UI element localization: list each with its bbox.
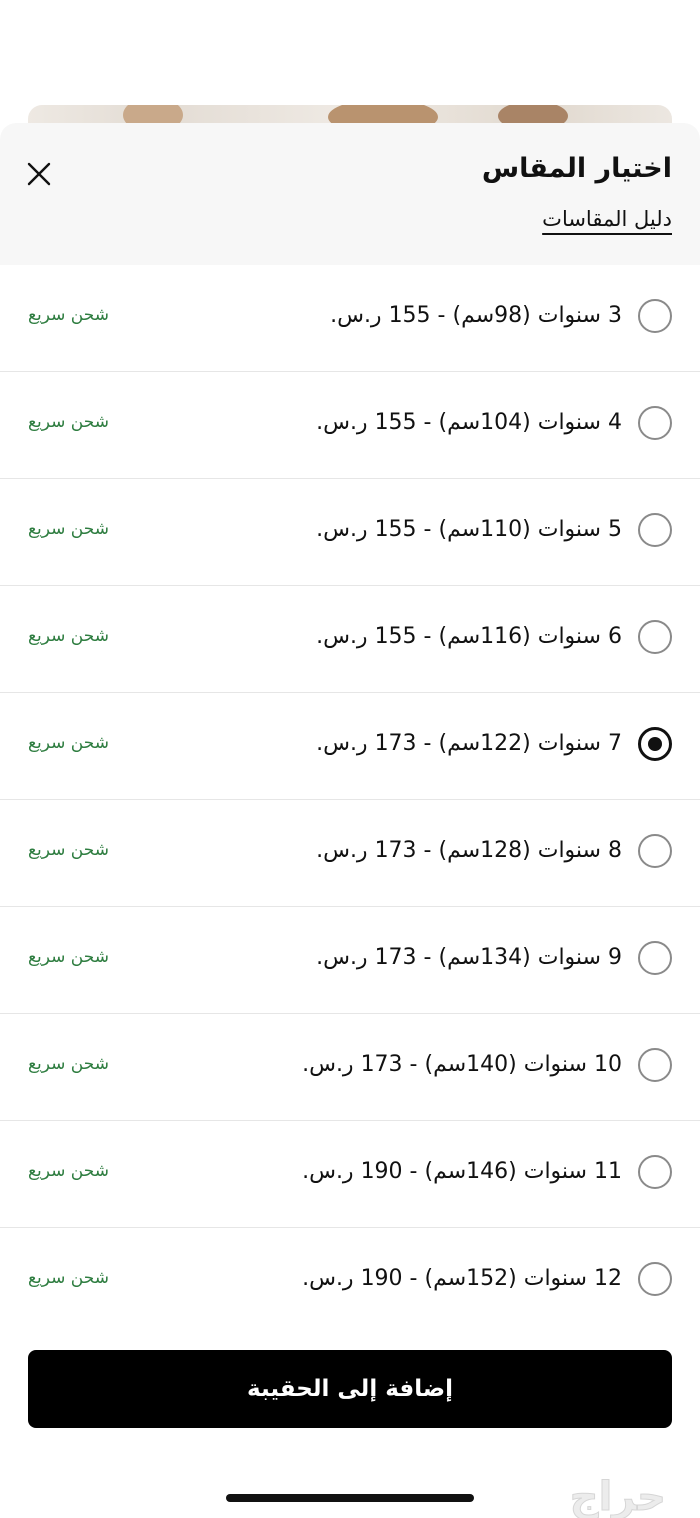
size-selection-sheet: اختيار المقاس دليل المقاسات 3 سنوات (98س… <box>0 123 700 1518</box>
size-guide-link[interactable]: دليل المقاسات <box>542 207 672 231</box>
size-label: 7 سنوات (122سم) - 173 ر.س. <box>316 731 622 756</box>
fast-shipping-label: شحن سريع <box>28 1054 109 1074</box>
fast-shipping-label: شحن سريع <box>28 947 109 967</box>
size-label: 11 سنوات (146سم) - 190 ر.س. <box>302 1159 622 1184</box>
size-label: 10 سنوات (140سم) - 173 ر.س. <box>302 1052 622 1077</box>
sheet-header: اختيار المقاس دليل المقاسات <box>0 123 700 265</box>
size-option[interactable]: 12 سنوات (152سم) - 190 ر.س. شحن سريع <box>0 1228 700 1334</box>
fast-shipping-label: شحن سريع <box>28 1161 109 1181</box>
haraj-watermark-logo: حراج <box>569 1474 666 1518</box>
sheet-title: اختيار المقاس <box>481 153 672 184</box>
radio-button[interactable] <box>638 620 672 654</box>
size-option[interactable]: 9 سنوات (134سم) - 173 ر.س. شحن سريع <box>0 907 700 1014</box>
add-to-bag-label: إضافة إلى الحقيبة <box>247 1376 453 1402</box>
close-icon[interactable] <box>22 157 56 191</box>
size-list: 3 سنوات (98سم) - 155 ر.س. شحن سريع 4 سنو… <box>0 265 700 1334</box>
radio-button[interactable] <box>638 513 672 547</box>
fast-shipping-label: شحن سريع <box>28 305 109 325</box>
radio-button[interactable] <box>638 1155 672 1189</box>
radio-button-selected[interactable] <box>638 727 672 761</box>
radio-button[interactable] <box>638 406 672 440</box>
home-indicator[interactable] <box>226 1494 474 1502</box>
size-option[interactable]: 5 سنوات (110سم) - 155 ر.س. شحن سريع <box>0 479 700 586</box>
fast-shipping-label: شحن سريع <box>28 519 109 539</box>
size-option[interactable]: 4 سنوات (104سم) - 155 ر.س. شحن سريع <box>0 372 700 479</box>
size-label: 3 سنوات (98سم) - 155 ر.س. <box>330 303 622 328</box>
size-label: 8 سنوات (128سم) - 173 ر.س. <box>316 838 622 863</box>
size-label: 5 سنوات (110سم) - 155 ر.س. <box>316 517 622 542</box>
size-option[interactable]: 10 سنوات (140سم) - 173 ر.س. شحن سريع <box>0 1014 700 1121</box>
radio-button[interactable] <box>638 941 672 975</box>
size-option[interactable]: 11 سنوات (146سم) - 190 ر.س. شحن سريع <box>0 1121 700 1228</box>
size-option[interactable]: 3 سنوات (98سم) - 155 ر.س. شحن سريع <box>0 265 700 372</box>
size-option[interactable]: 8 سنوات (128سم) - 173 ر.س. شحن سريع <box>0 800 700 907</box>
add-to-bag-button[interactable]: إضافة إلى الحقيبة <box>28 1350 672 1428</box>
fast-shipping-label: شحن سريع <box>28 626 109 646</box>
size-label: 9 سنوات (134سم) - 173 ر.س. <box>316 945 622 970</box>
size-label: 4 سنوات (104سم) - 155 ر.س. <box>316 410 622 435</box>
radio-button[interactable] <box>638 834 672 868</box>
radio-button[interactable] <box>638 299 672 333</box>
fast-shipping-label: شحن سريع <box>28 1268 109 1288</box>
size-label: 12 سنوات (152سم) - 190 ر.س. <box>302 1266 622 1291</box>
radio-button[interactable] <box>638 1262 672 1296</box>
size-option[interactable]: 6 سنوات (116سم) - 155 ر.س. شحن سريع <box>0 586 700 693</box>
fast-shipping-label: شحن سريع <box>28 412 109 432</box>
fast-shipping-label: شحن سريع <box>28 733 109 753</box>
radio-button[interactable] <box>638 1048 672 1082</box>
size-label: 6 سنوات (116سم) - 155 ر.س. <box>316 624 622 649</box>
fast-shipping-label: شحن سريع <box>28 840 109 860</box>
size-option[interactable]: 7 سنوات (122سم) - 173 ر.س. شحن سريع <box>0 693 700 800</box>
